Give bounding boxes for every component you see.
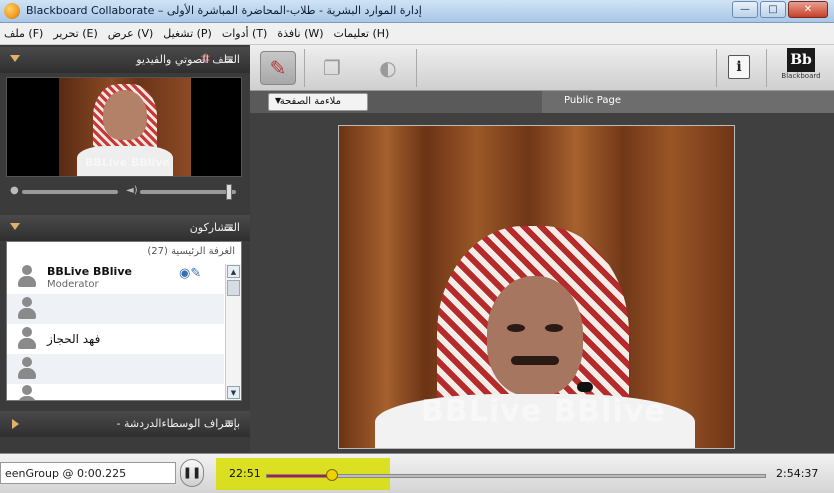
page-subbar: ▼ ملاءمة الصفحة Public Page (250, 91, 834, 113)
collapse-arrow-icon[interactable] (10, 55, 20, 62)
current-time: 22:51 (229, 467, 261, 480)
participant-name: BBLive BBlive (47, 265, 132, 278)
participants-panel-title: المشاركون (189, 221, 240, 234)
av-panel-header[interactable]: ✲ ≡ الملف الصوتي والفيديو (0, 47, 250, 73)
participant-row[interactable] (7, 354, 224, 384)
speaker-volume-slider[interactable] (140, 190, 236, 194)
speaker-volume-thumb[interactable] (226, 184, 232, 200)
toolbar-separator (416, 49, 417, 87)
maximize-button[interactable]: □ (760, 1, 786, 18)
window-controls: — □ ✕ (732, 1, 828, 18)
playback-bar: eenGroup @ 0:00.225 ❚❚ 22:51 2:54:37 (0, 453, 834, 493)
participant-name: فهد الحجاز (47, 332, 101, 346)
menu-window[interactable]: نافذة (W) (277, 27, 323, 40)
participant-row[interactable] (7, 294, 224, 324)
headset-mic (577, 382, 593, 392)
chat-panel-header[interactable]: ≡ - بإشراف الوسطاءالدردشة (0, 411, 250, 437)
app-icon (4, 3, 20, 19)
toolbar-separator (716, 49, 717, 87)
scroll-thumb[interactable] (227, 280, 240, 296)
volume-controls: ● ◄) (6, 183, 242, 201)
participant-role: Moderator (47, 279, 99, 290)
participant-row[interactable] (7, 382, 224, 400)
collapse-arrow-icon[interactable] (10, 223, 20, 230)
whiteboard-pen-button[interactable]: ✎ (260, 51, 296, 85)
toolbar-separator (766, 49, 767, 87)
menu-play[interactable]: تشغيل (P) (163, 27, 212, 40)
pause-button[interactable]: ❚❚ (180, 459, 204, 487)
fit-page-dropdown[interactable]: ▼ ملاءمة الصفحة (268, 93, 368, 111)
menu-edit[interactable]: تحرير (E) (53, 27, 97, 40)
blackboard-logo: Bb Blackboard (776, 48, 826, 88)
speaker-eye (507, 324, 525, 332)
speaker-face (487, 276, 583, 396)
application-share-button[interactable]: ❐ (314, 51, 350, 85)
participant-row[interactable]: BBLive BBlive Moderator ◉✎ (7, 262, 224, 292)
av-panel-title: الملف الصوتي والفيديو (136, 53, 240, 66)
speaker-eye (545, 324, 563, 332)
video-watermark: BBLive BBlive (421, 394, 666, 429)
left-panel: ✲ ≡ الملف الصوتي والفيديو BBLive BBlive … (0, 45, 250, 493)
participants-scrollbar[interactable]: ▲ ▼ (225, 264, 241, 400)
main-content: ✎ ❐ ◐ i Bb Blackboard ▼ ملاءمة الصفحة Pu… (250, 45, 834, 493)
toolbar-separator (304, 49, 305, 87)
participant-row[interactable]: فهد الحجاز (7, 324, 224, 354)
menu-help[interactable]: تعليمات (H) (334, 27, 390, 40)
speaker-face (103, 90, 147, 140)
window-title: Blackboard Collaborate – إدارة الموارد ا… (26, 4, 422, 17)
blackboard-logo-mark: Bb (787, 48, 815, 72)
window-titlebar: Blackboard Collaborate – إدارة الموارد ا… (0, 0, 834, 23)
person-icon (17, 297, 37, 321)
person-icon (17, 385, 37, 400)
participants-panel-header[interactable]: ≡ المشاركون (0, 215, 250, 241)
recording-name: eenGroup @ 0:00.225 (0, 462, 176, 484)
whiteboard-stage: BBLive BBlive (250, 113, 834, 453)
menu-bar: ملف (F) تحرير (E) عرض (V) تشغيل (P) أدوا… (0, 23, 834, 45)
whiteboard-toolbar: ✎ ❐ ◐ i Bb Blackboard (250, 45, 834, 91)
menu-view[interactable]: عرض (V) (108, 27, 154, 40)
person-icon (17, 327, 37, 351)
seek-progress (267, 475, 333, 477)
speaker-icon: ◄) (126, 185, 138, 196)
info-button[interactable]: i (728, 55, 750, 79)
speaker-mustache (511, 356, 559, 365)
microphone-icon: ● (10, 185, 19, 196)
video-watermark: BBLive BBlive (85, 156, 170, 169)
webcam-feed: BBLive BBlive (59, 78, 191, 176)
fit-page-label: ملاءمة الصفحة (279, 96, 341, 107)
scroll-down-arrow-icon[interactable]: ▼ (227, 386, 240, 399)
participants-list: (27) الغرفة الرئيسية BBLive BBlive Moder… (6, 241, 242, 401)
webcam-video: BBLive BBlive (6, 77, 242, 177)
total-time: 2:54:37 (776, 467, 819, 480)
main-video: BBLive BBlive (338, 125, 735, 449)
minimize-button[interactable]: — (732, 1, 758, 18)
close-button[interactable]: ✕ (788, 1, 828, 18)
moderator-camera-mic-icon: ◉✎ (179, 266, 202, 281)
blackboard-logo-text: Blackboard (781, 72, 821, 80)
person-icon (17, 357, 37, 381)
scroll-up-arrow-icon[interactable]: ▲ (227, 265, 240, 278)
room-label: (27) الغرفة الرئيسية (147, 246, 235, 257)
expand-arrow-icon[interactable] (12, 419, 19, 429)
public-page-tab[interactable]: Public Page (542, 91, 834, 113)
seek-bar[interactable] (266, 469, 766, 481)
mic-volume-slider[interactable] (22, 190, 118, 194)
menu-tools[interactable]: أدوات (T) (222, 27, 268, 40)
menu-file[interactable]: ملف (F) (4, 27, 43, 40)
chat-panel-title: - بإشراف الوسطاءالدردشة (116, 417, 240, 430)
public-page-label: Public Page (564, 95, 621, 106)
person-icon (17, 265, 37, 289)
web-tour-button[interactable]: ◐ (370, 51, 406, 85)
